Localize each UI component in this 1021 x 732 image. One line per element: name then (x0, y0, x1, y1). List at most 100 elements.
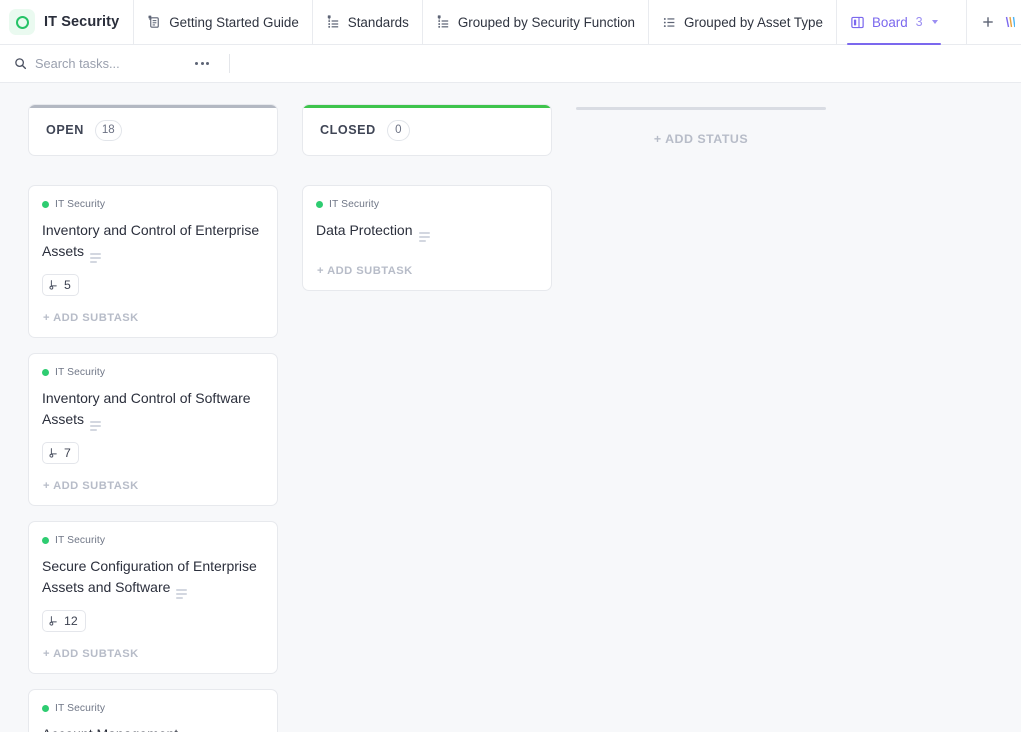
card-list-name: IT Security (55, 199, 105, 210)
pinned-doc-icon (147, 15, 162, 30)
add-subtask-button[interactable]: + ADD SUBTASK (42, 296, 264, 337)
toolbar (0, 45, 1021, 83)
card-title: Inventory and Control of Enterprise Asse… (42, 222, 259, 259)
more-options-button[interactable] (189, 58, 215, 69)
board-column-add-status: + ADD STATUS (576, 104, 826, 146)
tab-grouped-by-asset-type[interactable]: Grouped by Asset Type (648, 0, 836, 44)
card-title: Inventory and Control of Software Assets (42, 390, 251, 427)
card-title-row: Account Management (42, 724, 264, 732)
search-input[interactable] (35, 56, 180, 71)
column-accent-bar (303, 105, 551, 108)
toolbar-divider (229, 54, 230, 73)
pinned-list-icon (436, 15, 451, 30)
tab-label: Getting Started Guide (169, 15, 299, 30)
card-title: Data Protection (316, 222, 413, 238)
task-card[interactable]: IT Security Inventory and Control of Sof… (28, 353, 278, 506)
subtask-count: 12 (64, 614, 78, 628)
task-card[interactable]: IT Security Account Management 6 + ADD S… (28, 689, 278, 732)
card-title: Secure Configuration of Enterprise Asset… (42, 558, 257, 595)
task-card[interactable]: IT Security Secure Configuration of Ente… (28, 521, 278, 674)
status-dot-icon (42, 705, 49, 712)
board-icon (850, 15, 865, 30)
card-title-row: Secure Configuration of Enterprise Asset… (42, 556, 264, 599)
card-list-name: IT Security (55, 703, 105, 714)
card-list-name: IT Security (329, 199, 379, 210)
column-header-closed[interactable]: CLOSED 0 (302, 104, 552, 156)
search-icon (14, 57, 27, 70)
board-canvas: OPEN 18 IT Security Inventory and Contro… (0, 83, 1021, 732)
chevron-down-icon[interactable] (932, 20, 938, 24)
tab-standards[interactable]: Standards (312, 0, 422, 44)
add-subtask-button[interactable]: + ADD SUBTASK (42, 632, 264, 673)
subtask-icon (48, 279, 60, 291)
column-title: OPEN (46, 123, 84, 137)
description-icon (176, 589, 187, 599)
board-column-closed: CLOSED 0 IT Security Data Protection + A… (302, 104, 552, 306)
add-view-button[interactable] (977, 11, 999, 33)
list-icon (662, 15, 677, 30)
tab-label: Standards (348, 15, 409, 30)
tab-label: Grouped by Asset Type (684, 15, 823, 30)
subtask-count-badge[interactable]: 5 (42, 274, 79, 296)
column-count-badge: 0 (387, 120, 410, 141)
subtask-icon (48, 447, 60, 459)
card-list-tag: IT Security (42, 535, 264, 546)
card-list-tag: IT Security (42, 703, 264, 714)
add-subtask-button[interactable]: + ADD SUBTASK (316, 242, 538, 290)
tab-label: Grouped by Security Function (458, 15, 635, 30)
card-list-tag: IT Security (42, 199, 264, 210)
description-icon (90, 421, 101, 431)
column-accent-bar (29, 105, 277, 108)
column-cards-open: IT Security Inventory and Control of Ent… (28, 185, 278, 732)
add-subtask-button[interactable]: + ADD SUBTASK (42, 464, 264, 505)
description-icon (90, 253, 101, 263)
tab-count: 3 (916, 15, 923, 29)
view-tabs: Getting Started Guide Standards (133, 0, 966, 44)
tab-grouped-by-security-function[interactable]: Grouped by Security Function (422, 0, 648, 44)
column-cards-closed: IT Security Data Protection + ADD SUBTAS… (302, 185, 552, 291)
column-title: CLOSED (320, 123, 376, 137)
more-horizontal-icon-dot (195, 62, 198, 65)
add-status-button[interactable]: + ADD STATUS (576, 132, 826, 146)
subtask-icon (48, 615, 60, 627)
card-title: Account Management (42, 726, 178, 732)
search-box[interactable] (14, 56, 189, 71)
card-list-tag: IT Security (42, 367, 264, 378)
tab-getting-started-guide[interactable]: Getting Started Guide (133, 0, 312, 44)
task-card[interactable]: IT Security Inventory and Control of Ent… (28, 185, 278, 338)
card-list-name: IT Security (55, 535, 105, 546)
overflow-edge-item[interactable] (1005, 12, 1015, 32)
tab-board[interactable]: Board 3 (836, 0, 951, 44)
column-header-open[interactable]: OPEN 18 (28, 104, 278, 156)
plus-icon (981, 15, 995, 29)
card-title-row: Data Protection (316, 220, 538, 242)
board-column-open: OPEN 18 IT Security Inventory and Contro… (28, 104, 278, 732)
card-list-tag: IT Security (316, 199, 538, 210)
partial-icon (1005, 15, 1015, 30)
status-dot-icon (42, 201, 49, 208)
subtask-count-badge[interactable]: 7 (42, 442, 79, 464)
active-tab-underline (847, 43, 941, 46)
green-circle-logo-icon (9, 9, 35, 35)
pinned-list-icon (326, 15, 341, 30)
subtask-count: 7 (64, 446, 71, 460)
subtask-count: 5 (64, 278, 71, 292)
column-count-badge: 18 (95, 120, 122, 141)
tab-label: Board (872, 15, 908, 30)
add-status-divider (576, 107, 826, 110)
description-icon (419, 232, 430, 242)
workspace-block[interactable]: IT Security (0, 0, 133, 44)
workspace-name: IT Security (44, 14, 119, 30)
status-dot-icon (42, 369, 49, 376)
topbar-right-actions (966, 0, 1021, 44)
more-horizontal-icon-dot (201, 62, 204, 65)
top-bar: IT Security Getting Started Guide (0, 0, 1021, 45)
card-title-row: Inventory and Control of Enterprise Asse… (42, 220, 264, 263)
status-dot-icon (42, 537, 49, 544)
status-dot-icon (316, 201, 323, 208)
task-card[interactable]: IT Security Data Protection + ADD SUBTAS… (302, 185, 552, 291)
more-horizontal-icon-dot (206, 62, 209, 65)
card-list-name: IT Security (55, 367, 105, 378)
card-title-row: Inventory and Control of Software Assets (42, 388, 264, 431)
subtask-count-badge[interactable]: 12 (42, 610, 86, 632)
